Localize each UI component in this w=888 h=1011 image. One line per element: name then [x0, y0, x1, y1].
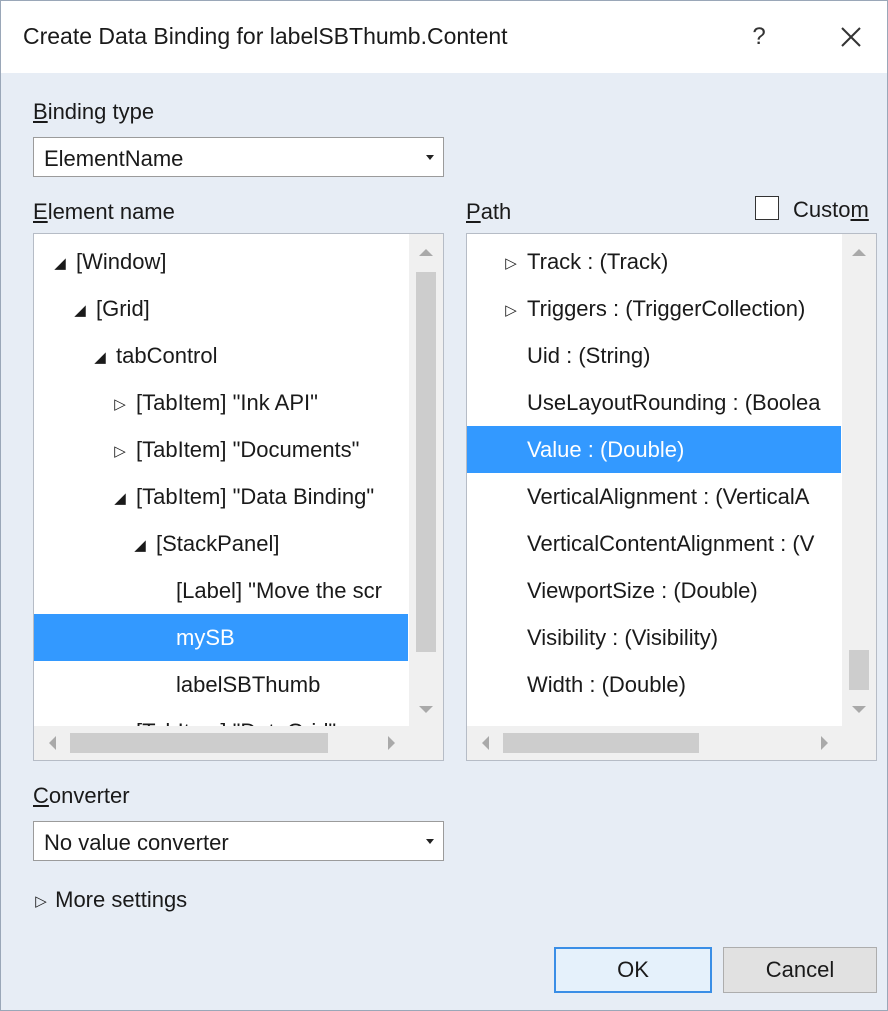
title-bar: Create Data Binding for labelSBThumb.Con… [1, 1, 887, 73]
path-tree-row[interactable]: ▷ Triggers : (TriggerCollection) [467, 285, 841, 332]
path-tree-row[interactable]: VerticalContentAlignment : (V [467, 520, 841, 567]
element-tree-row[interactable]: mySB [34, 614, 408, 661]
scroll-left-icon[interactable] [42, 732, 64, 754]
element-tree-row[interactable]: ◢ [Grid] [34, 285, 408, 332]
scroll-down-icon[interactable] [415, 698, 437, 720]
path-tree-horizontal-scrollbar[interactable] [467, 726, 876, 760]
element-tree-hscroll-thumb[interactable] [70, 733, 328, 753]
dialog-body: Binding type ElementName Element name Pa… [1, 73, 887, 1010]
path-tree-vertical-scrollbar[interactable] [842, 234, 876, 728]
collapse-arrow-icon[interactable]: ◢ [110, 475, 130, 520]
converter-combobox[interactable]: No value converter [33, 821, 444, 861]
element-tree-vertical-scrollbar[interactable] [409, 234, 443, 728]
path-tree-row[interactable]: Value : (Double) [467, 426, 841, 473]
scroll-down-icon[interactable] [848, 698, 870, 720]
ok-button[interactable]: OK [554, 947, 712, 993]
expand-arrow-icon[interactable]: ▷ [501, 287, 521, 332]
more-settings-label: More settings [55, 887, 188, 912]
path-label: Path [466, 199, 512, 224]
path-tree-label: UseLayoutRounding : (Boolea [527, 390, 821, 415]
element-tree-label: [Grid] [96, 296, 150, 321]
path-tree-row[interactable]: Uid : (String) [467, 332, 841, 379]
cancel-button[interactable]: Cancel [723, 947, 877, 993]
path-tree-scroll-thumb[interactable] [849, 650, 869, 690]
path-tree-row[interactable]: UseLayoutRounding : (Boolea [467, 379, 841, 426]
expand-arrow-icon[interactable]: ▷ [110, 428, 130, 473]
path-tree-row[interactable]: ▷ Track : (Track) [467, 238, 841, 285]
expand-arrow-icon[interactable]: ▷ [110, 381, 130, 426]
scroll-left-icon[interactable] [475, 732, 497, 754]
dropdown-arrow-icon [426, 155, 434, 160]
path-tree[interactable]: ▷ Track : (Track) ▷ Triggers : (TriggerColl… [466, 233, 877, 761]
help-button[interactable]: ? [739, 17, 779, 57]
element-tree-scroll-thumb[interactable] [416, 272, 436, 652]
element-tree-label: mySB [176, 625, 235, 650]
element-tree-label: [TabItem] "Documents" [136, 437, 360, 462]
element-tree-row[interactable]: ◢ [StackPanel] [34, 520, 408, 567]
custom-checkbox[interactable] [755, 196, 779, 220]
scroll-up-icon[interactable] [848, 242, 870, 264]
path-tree-label: Visibility : (Visibility) [527, 625, 719, 650]
element-tree-row[interactable]: ▷ [TabItem] "Documents" [34, 426, 408, 473]
path-tree-row[interactable]: ViewportSize : (Double) [467, 567, 841, 614]
create-data-binding-dialog: Create Data Binding for labelSBThumb.Con… [0, 0, 888, 1011]
element-tree-label: [TabItem] "Ink API" [136, 390, 318, 415]
collapse-arrow-icon[interactable]: ◢ [70, 287, 90, 332]
scroll-up-icon[interactable] [415, 242, 437, 264]
close-button[interactable] [831, 17, 871, 57]
expand-arrow-icon[interactable]: ▷ [501, 240, 521, 285]
path-tree-row[interactable]: Width : (Double) [467, 661, 841, 708]
collapse-arrow-icon[interactable]: ◢ [90, 334, 110, 379]
custom-checkbox-label[interactable]: Custom [793, 197, 869, 223]
path-tree-label: Value : (Double) [527, 437, 685, 462]
path-tree-label: Uid : (String) [527, 343, 651, 368]
path-tree-label: VerticalAlignment : (VerticalA [527, 484, 810, 509]
path-tree-label: Width : (Double) [527, 672, 686, 697]
element-tree-row[interactable]: ◢ tabControl [34, 332, 408, 379]
scroll-right-icon[interactable] [380, 732, 402, 754]
binding-type-combobox[interactable]: ElementName [33, 137, 444, 177]
path-tree-row[interactable]: Visibility : (Visibility) [467, 614, 841, 661]
element-tree-row[interactable]: ▷ [TabItem] "Ink API" [34, 379, 408, 426]
element-tree-label: [Label] "Move the scr [176, 578, 382, 603]
expand-arrow-icon: ▷ [35, 893, 47, 911]
collapse-arrow-icon[interactable]: ◢ [130, 522, 150, 567]
scroll-right-icon[interactable] [813, 732, 835, 754]
element-tree-horizontal-scrollbar[interactable] [34, 726, 443, 760]
binding-type-value: ElementName [44, 146, 184, 171]
element-tree-label: tabControl [116, 343, 218, 368]
element-tree-label: [TabItem] "Data Binding" [136, 484, 375, 509]
element-tree-row[interactable]: ◢ [Window] [34, 238, 408, 285]
path-tree-label: Triggers : (TriggerCollection) [527, 296, 806, 321]
path-tree-label: VerticalContentAlignment : (V [527, 531, 815, 556]
element-name-tree[interactable]: ◢ [Window] ◢ [Grid] ◢ tabControl ▷ [TabItem] "I… [33, 233, 444, 761]
dialog-title: Create Data Binding for labelSBThumb.Con… [23, 23, 508, 49]
path-tree-label: ViewportSize : (Double) [527, 578, 758, 603]
element-tree-label: [Window] [76, 249, 167, 274]
element-tree-row[interactable]: [Label] "Move the scr [34, 567, 408, 614]
more-settings-expander[interactable]: ▷ More settings [33, 887, 187, 913]
path-tree-label: Track : (Track) [527, 249, 669, 274]
element-tree-row[interactable]: labelSBThumb [34, 661, 408, 708]
dropdown-arrow-icon [426, 839, 434, 844]
binding-type-label: Binding type [33, 99, 155, 124]
converter-value: No value converter [44, 830, 229, 855]
converter-label: Converter [33, 783, 130, 808]
path-tree-row[interactable]: VerticalAlignment : (VerticalA [467, 473, 841, 520]
element-tree-label: labelSBThumb [176, 672, 321, 697]
help-icon: ? [752, 23, 766, 50]
close-icon [841, 27, 861, 47]
element-tree-row[interactable]: ◢ [TabItem] "Data Binding" [34, 473, 408, 520]
collapse-arrow-icon[interactable]: ◢ [50, 240, 70, 285]
element-name-label: Element name [33, 199, 175, 224]
element-tree-label: [StackPanel] [156, 531, 280, 556]
path-tree-hscroll-thumb[interactable] [503, 733, 699, 753]
